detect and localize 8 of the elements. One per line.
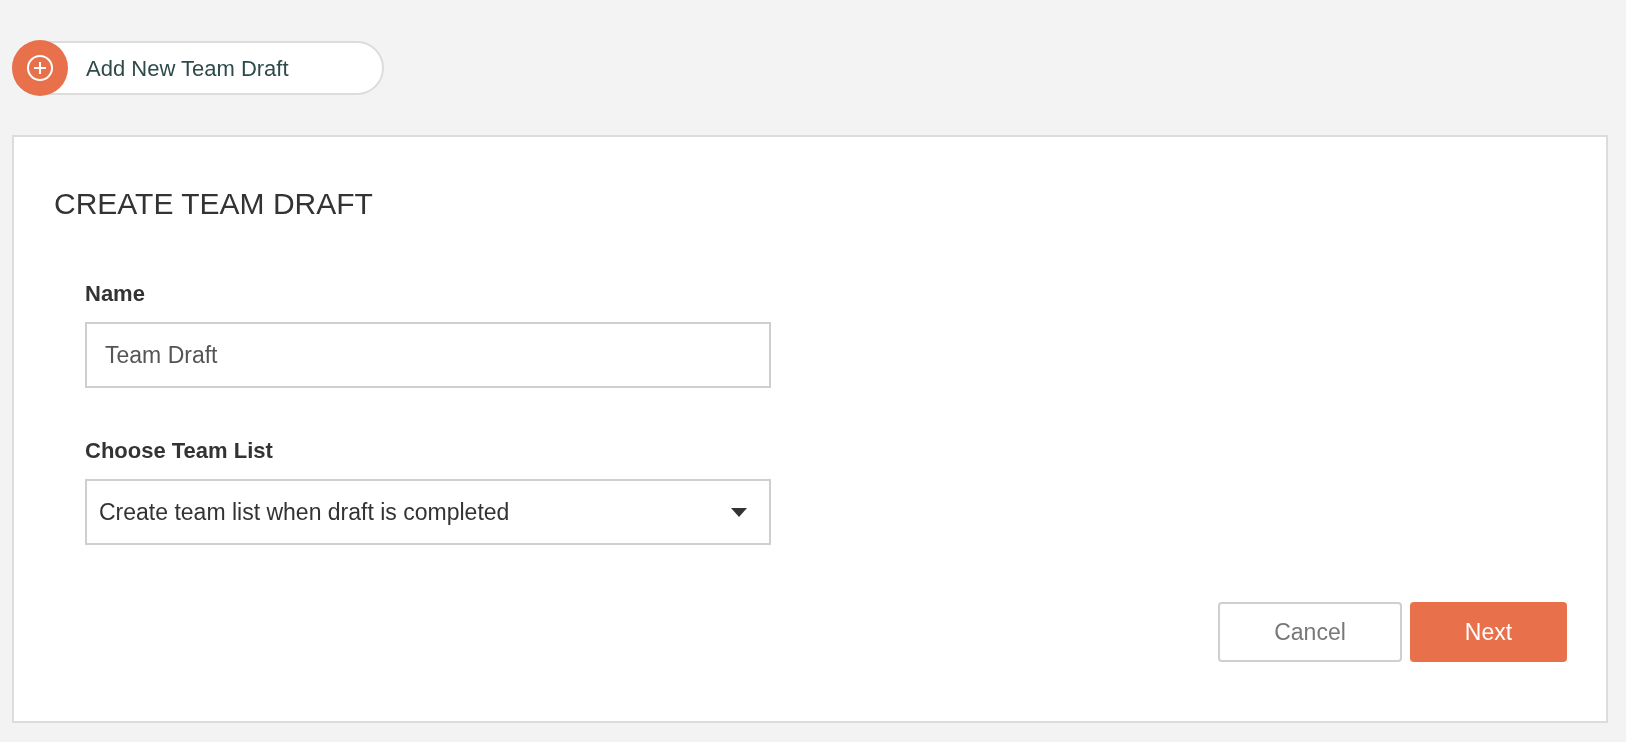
add-new-team-draft-button[interactable]: Add New Team Draft bbox=[12, 41, 384, 95]
team-list-dropdown[interactable]: Create team list when draft is completed bbox=[85, 479, 771, 545]
field-label: Choose Team List bbox=[85, 437, 274, 465]
form-title: CREATE TEAM DRAFT bbox=[54, 186, 373, 222]
field-label: Name bbox=[85, 280, 146, 308]
caret-icon bbox=[731, 507, 747, 517]
name-input-field[interactable]: Team Draft bbox=[85, 322, 771, 388]
cancel-button[interactable]: Cancel bbox=[1218, 602, 1402, 662]
